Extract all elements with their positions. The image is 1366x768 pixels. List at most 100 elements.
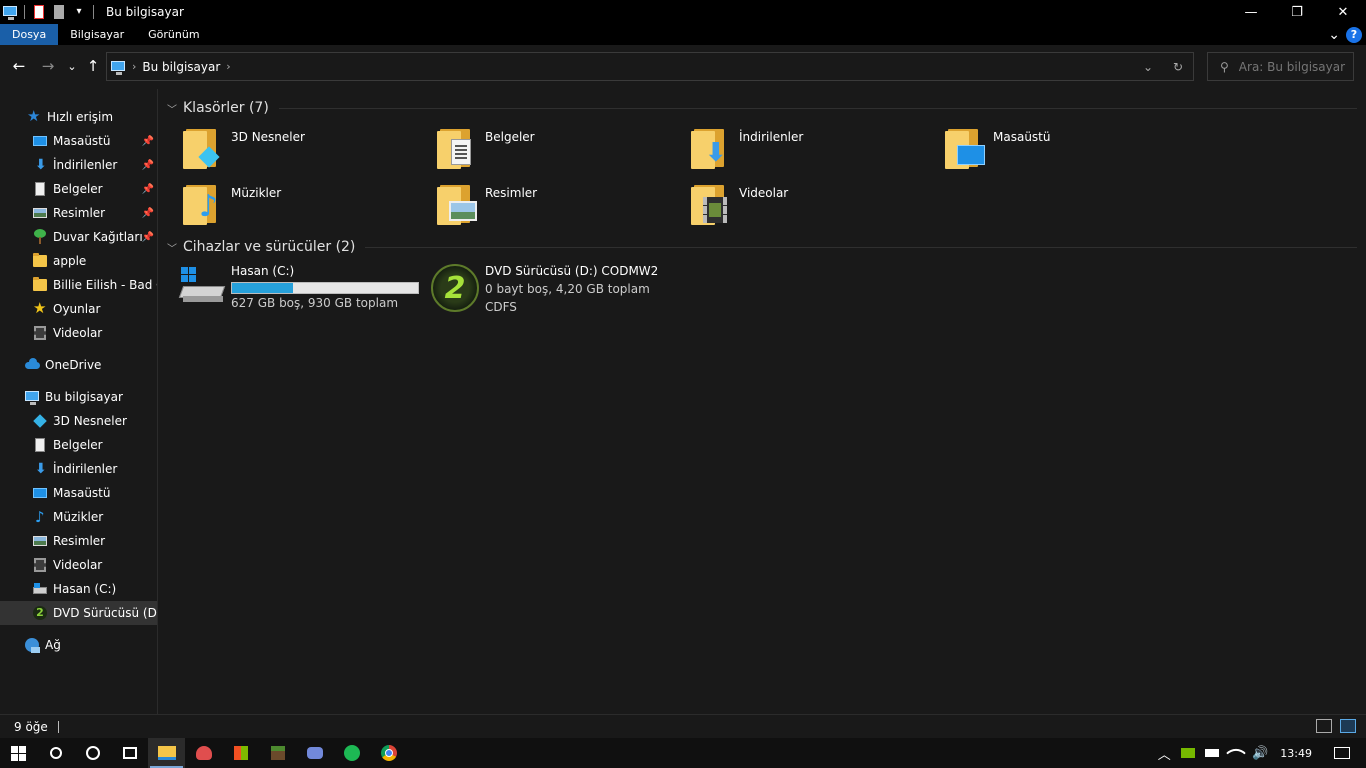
this-pc-icon[interactable]: [2, 4, 18, 20]
show-hidden-icons-button[interactable]: ︿: [1152, 738, 1176, 768]
download-icon: ⬇: [35, 461, 47, 477]
sidebar-quick-access[interactable]: ★ Hızlı erişim: [0, 105, 157, 129]
search-box[interactable]: ⚲: [1207, 52, 1354, 81]
task-view-button[interactable]: [111, 738, 148, 768]
maximize-button[interactable]: ❐: [1274, 0, 1320, 24]
address-bar[interactable]: › Bu bilgisayar › ⌄ ↻: [106, 52, 1194, 81]
drive-dvd[interactable]: 2 DVD Sürücüsü (D:) CODMW2 0 bayt boş, 4…: [431, 264, 731, 320]
breadcrumb-this-pc[interactable]: Bu bilgisayar: [142, 60, 220, 74]
new-folder-icon[interactable]: [51, 4, 67, 20]
breadcrumb-chevron[interactable]: ›: [226, 60, 230, 73]
taskbar-app-paint[interactable]: [185, 738, 222, 768]
folder-pictures[interactable]: Resimler: [437, 181, 687, 233]
back-button[interactable]: ←: [10, 57, 28, 75]
clock[interactable]: 13:49: [1280, 747, 1312, 760]
sidebar-item-videos[interactable]: Videolar: [0, 553, 157, 577]
tree-icon: [32, 229, 48, 245]
recent-locations-button[interactable]: ⌄: [63, 57, 81, 75]
sidebar-item-downloads[interactable]: ⬇ İndirilenler 📌: [0, 153, 157, 177]
drives-group-header[interactable]: ﹀ Cihazlar ve sürücüler (2): [167, 236, 1357, 258]
sidebar-network[interactable]: Ağ: [0, 633, 157, 657]
folder-videos[interactable]: Videolar: [691, 181, 941, 233]
properties-icon[interactable]: [31, 4, 47, 20]
drive-c[interactable]: Hasan (C:) 627 GB boş, 930 GB toplam: [178, 264, 429, 320]
folder-music[interactable]: ♪ Müzikler: [183, 181, 433, 233]
drive-info: DVD Sürücüsü (D:) CODMW2 0 bayt boş, 4,2…: [485, 264, 658, 320]
sidebar-item-label: Duvar Kağıtları: [53, 230, 143, 244]
sidebar-item-desktop[interactable]: Masaüstü: [0, 481, 157, 505]
folder-label: Belgeler: [485, 130, 535, 144]
music-folder-icon: ♪: [183, 181, 223, 225]
tiles-view-icon[interactable]: [1340, 719, 1356, 733]
sidebar-item-pictures[interactable]: Resimler: [0, 529, 157, 553]
sidebar-item-3d-objects[interactable]: 3D Nesneler: [0, 409, 157, 433]
folder-3d-objects[interactable]: 3D Nesneler: [183, 125, 433, 177]
up-button[interactable]: ↑: [84, 57, 102, 75]
search-taskbar-button[interactable]: [37, 738, 74, 768]
taskbar-file-explorer[interactable]: [148, 738, 185, 768]
sidebar-item-videos[interactable]: Videolar: [0, 321, 157, 345]
address-actions: ⌄ ↻: [1133, 53, 1193, 80]
cortana-button[interactable]: [74, 738, 111, 768]
quick-access-star-icon: ★: [27, 107, 41, 125]
star-icon: ★: [33, 299, 47, 317]
customize-toolbar-icon[interactable]: ▾: [71, 4, 87, 20]
tab-file[interactable]: Dosya: [0, 24, 59, 45]
address-dropdown-button[interactable]: ⌄: [1133, 60, 1163, 74]
sidebar-item-wallpapers[interactable]: Duvar Kağıtları 📌: [0, 225, 157, 249]
sidebar-item-apple[interactable]: apple: [0, 249, 157, 273]
tab-view[interactable]: Görünüm: [136, 24, 211, 45]
breadcrumb-chevron[interactable]: ›: [132, 60, 136, 73]
collapse-chevron-icon[interactable]: ﹀: [167, 240, 181, 255]
sidebar-item-dvd-drive[interactable]: 2 DVD Sürücüsü (D:) C: [0, 601, 157, 625]
taskbar-app-discord[interactable]: [296, 738, 333, 768]
help-button[interactable]: ?: [1346, 26, 1362, 43]
search-input[interactable]: [1238, 59, 1349, 74]
store-bag-icon: [233, 746, 248, 760]
sidebar-item-games[interactable]: ★ Oyunlar: [0, 297, 157, 321]
pin-icon: 📌: [141, 183, 154, 195]
close-button[interactable]: ✕: [1320, 0, 1366, 24]
sidebar-item-downloads[interactable]: ⬇ İndirilenler: [0, 457, 157, 481]
battery-icon[interactable]: [1200, 738, 1224, 768]
notifications-icon[interactable]: [1330, 738, 1354, 768]
cube-icon: [32, 413, 48, 429]
sidebar-item-billie-eilish[interactable]: Billie Eilish - Bad Gu: [0, 273, 157, 297]
taskbar-app-store[interactable]: [222, 738, 259, 768]
discord-icon: [306, 747, 323, 759]
sidebar-item-documents[interactable]: Belgeler 📌: [0, 177, 157, 201]
forward-button[interactable]: →: [39, 57, 57, 75]
expand-ribbon-icon[interactable]: ⌄: [1328, 27, 1340, 43]
sidebar-item-drive-c[interactable]: Hasan (C:): [0, 577, 157, 601]
folders-group-header[interactable]: ﹀ Klasörler (7): [167, 97, 1357, 119]
sidebar-item-desktop[interactable]: Masaüstü 📌: [0, 129, 157, 153]
this-pc-icon: [24, 389, 40, 405]
tab-computer[interactable]: Bilgisayar: [58, 24, 136, 45]
sidebar-item-pictures[interactable]: Resimler 📌: [0, 201, 157, 225]
taskbar-app-chrome[interactable]: [370, 738, 407, 768]
taskbar-app-spotify[interactable]: [333, 738, 370, 768]
cube-folder-icon: [183, 125, 223, 169]
volume-icon[interactable]: 🔊: [1248, 738, 1272, 768]
wifi-icon[interactable]: [1224, 738, 1248, 768]
folder-downloads[interactable]: ⬇ İndirilenler: [691, 125, 941, 177]
collapse-chevron-icon[interactable]: ﹀: [167, 101, 181, 116]
view-switcher: [1316, 719, 1356, 733]
chrome-icon: [380, 745, 397, 761]
nvidia-icon[interactable]: [1176, 738, 1200, 768]
taskbar: ︿ 🔊 13:49: [0, 738, 1366, 768]
sidebar-item-music[interactable]: ♪ Müzikler: [0, 505, 157, 529]
refresh-button[interactable]: ↻: [1163, 60, 1193, 74]
sidebar-item-documents[interactable]: Belgeler: [0, 433, 157, 457]
minimize-button[interactable]: —: [1228, 0, 1274, 24]
start-button[interactable]: [0, 738, 37, 768]
drive-icon: [32, 581, 48, 597]
folder-documents[interactable]: Belgeler: [437, 125, 687, 177]
details-view-icon[interactable]: [1316, 719, 1332, 733]
pin-icon: 📌: [141, 135, 154, 147]
folder-desktop[interactable]: Masaüstü: [945, 125, 1195, 177]
sidebar-this-pc[interactable]: Bu bilgisayar: [0, 385, 157, 409]
sidebar-item-label: Resimler: [53, 534, 106, 548]
taskbar-app-minecraft[interactable]: [259, 738, 296, 768]
sidebar-onedrive[interactable]: OneDrive: [0, 353, 157, 377]
